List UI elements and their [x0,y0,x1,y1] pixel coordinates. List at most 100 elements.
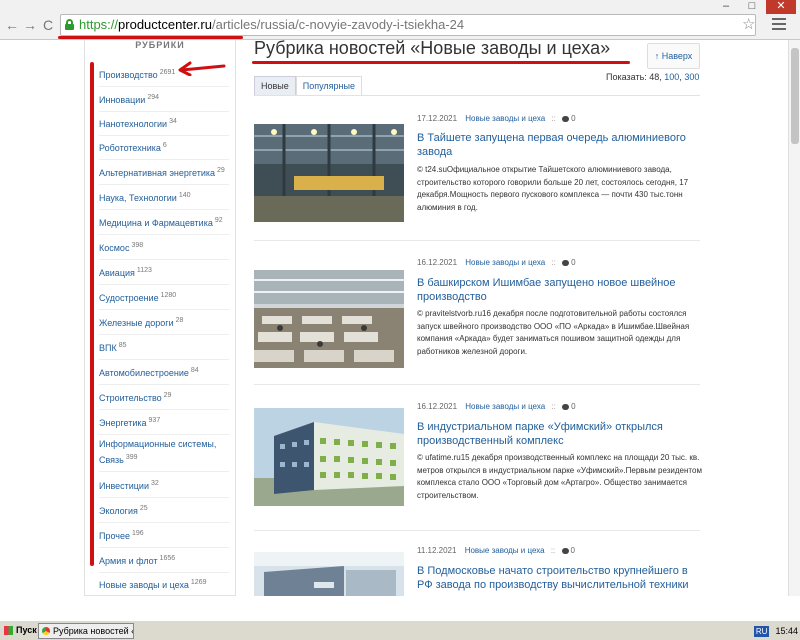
sidebar-item-ecology[interactable]: Экология 25 [99,502,229,523]
sidebar-item-label[interactable]: Строительство [99,393,162,403]
tabs-divider [254,95,700,96]
sidebar-item-label[interactable]: Автомобилестроение [99,368,189,378]
article-title-link[interactable]: В Подмосковье начато строительство крупн… [417,564,697,592]
sidebar-item-robototekhnika[interactable]: Робототехника 6 [99,139,229,160]
sidebar-item-count: 92 [214,217,223,224]
sidebar-item-label[interactable]: Робототехника [99,143,161,153]
clock: 15:44 [775,626,798,636]
start-button[interactable]: Пуск [2,623,37,639]
sidebar-item-count: 937 [148,417,161,424]
sidebar-item-investments[interactable]: Инвестиции 32 [99,477,229,498]
article-meta: 17.12.2021 Новые заводы и цеха :: 0 [417,114,576,123]
sidebar-item-label[interactable]: Информационные системы, Связь [99,439,216,465]
page-scrollbar[interactable] [788,40,800,596]
close-window-button[interactable]: ✕ [766,0,796,14]
article-meta: 16.12.2021 Новые заводы и цеха :: 0 [417,258,576,267]
maximize-button[interactable]: □ [740,0,764,14]
article-excerpt: © pravitelstvorb.ru16 декабря после подг… [417,309,690,356]
article-category-link[interactable]: Новые заводы и цеха [465,114,545,123]
sidebar-item-label[interactable]: Новые заводы и цеха [99,580,189,590]
meta-separator: :: [550,546,556,555]
sidebar-item-count: 196 [131,530,144,537]
tab-popular[interactable]: Популярные [295,76,362,96]
sidebar-item-vpk[interactable]: ВПК 85 [99,339,229,360]
sidebar-item-energy[interactable]: Энергетика 937 [99,414,229,435]
article-excerpt: © ufatime.ru15 декабря производственный … [417,453,702,500]
comment-count: 0 [570,546,575,555]
sidebar-item-label[interactable]: Армия и флот [99,556,158,566]
sidebar-item-army[interactable]: Армия и флот 1656 [99,552,229,573]
article-image[interactable] [254,124,404,222]
window-controls: – □ ✕ [714,0,796,14]
sidebar-item-railways[interactable]: Железные дороги 28 [99,314,229,335]
sidebar-item-label[interactable]: Инновации [99,95,145,105]
sidebar-item-science[interactable]: Наука, Технологии 140 [99,189,229,210]
article-title-link[interactable]: В башкирском Ишимбае запущено новое швей… [417,276,697,304]
sidebar-item-label[interactable]: Производство [99,70,158,80]
page-size-300-link[interactable]: 300 [684,72,699,82]
sidebar-item-label[interactable]: Медицина и Фармацевтика [99,218,213,228]
sidebar-item-label[interactable]: Экология [99,506,138,516]
sidebar-item-label[interactable]: Судостроение [99,293,159,303]
article-category-link[interactable]: Новые заводы и цеха [465,546,545,555]
scrollbar-thumb[interactable] [791,48,799,144]
sidebar-item-label[interactable]: Инвестиции [99,481,149,491]
article-image[interactable] [254,408,404,506]
reload-button[interactable]: C [40,17,56,33]
article-divider [254,240,700,241]
sidebar-item-sudostroenie[interactable]: Судостроение 1280 [99,289,229,310]
os-taskbar: Пуск Рубрика новостей «... RU 15:44 [0,620,800,640]
comment-icon [561,547,569,554]
sidebar-item-count: 294 [147,94,159,101]
sidebar-item-alt-energy[interactable]: Альтернативная энергетика 29 [99,164,229,185]
sidebar-item-count: 1123 [136,267,152,274]
tab-new[interactable]: Новые [254,76,296,96]
sidebar-item-label[interactable]: Авиация [99,268,135,278]
comment-count: 0 [571,402,576,411]
sidebar-item-label[interactable]: Прочее [99,531,130,541]
sidebar-item-count: 399 [125,454,138,461]
article-category-link[interactable]: Новые заводы и цеха [465,402,545,411]
back-button[interactable]: ← [4,17,20,33]
sidebar-item-construction[interactable]: Строительство 29 [99,389,229,410]
article-image[interactable] [254,552,404,596]
forward-button[interactable]: → [22,17,38,33]
article-title-link[interactable]: В Тайшете запущена первая очередь алюмин… [417,131,697,159]
article-title-link[interactable]: В индустриальном парке «Уфимский» открыл… [417,420,697,448]
sidebar-item-label[interactable]: Нанотехнологии [99,119,167,129]
sidebar-item-count: 85 [118,342,127,349]
article-category-link[interactable]: Новые заводы и цеха [465,258,545,267]
sidebar-item-other[interactable]: Прочее 196 [99,527,229,548]
sidebar-item-label[interactable]: Наука, Технологии [99,193,177,203]
sidebar-item-label[interactable]: Альтернативная энергетика [99,168,215,178]
article-image[interactable] [254,270,404,368]
url-host: productcenter.ru [118,17,212,32]
sidebar-item-infosystems[interactable]: Информационные системы, Связь 399 [99,438,229,472]
language-indicator[interactable]: RU [753,625,770,637]
article-date: 16.12.2021 [417,258,458,267]
sidebar-item-kosmos[interactable]: Космос 398 [99,239,229,260]
minimize-button[interactable]: – [714,0,738,14]
article-meta: 11.12.2021 Новые заводы и цеха :: 0 [417,546,575,555]
scroll-top-button[interactable]: ↑ Наверх [647,43,700,69]
sidebar-item-auto[interactable]: Автомобилестроение 84 [99,364,229,385]
sidebar-item-innovatsii[interactable]: Инновации 294 [99,91,229,112]
address-bar[interactable]: https://productcenter.ru/articles/russia… [60,14,756,36]
taskbar-browser-window[interactable]: Рубрика новостей «... [38,623,134,639]
browser-menu-icon[interactable] [772,18,786,33]
sidebar-item-medicine[interactable]: Медицина и Фармацевтика 92 [99,214,229,235]
sidebar-item-new-plants[interactable]: Новые заводы и цеха 1269 [99,576,229,595]
sidebar-item-label[interactable]: Железные дороги [99,318,174,328]
sidebar-item-label[interactable]: ВПК [99,343,117,353]
sidebar-item-nanotekhnologii[interactable]: Нанотехнологии 34 [99,115,229,136]
sidebar-item-label[interactable]: Космос [99,243,129,253]
sidebar-item-aviatsiya[interactable]: Авиация 1123 [99,264,229,285]
annotation-title-underline [252,61,630,64]
comment-count: 0 [571,258,576,267]
page-size-selector: Показать: 48, 100, 300 [606,72,700,82]
page-size-100-link[interactable]: 100 [664,72,679,82]
bookmark-star-icon[interactable]: ☆ [742,17,755,33]
comment-icon [562,115,570,122]
article-date: 17.12.2021 [417,114,458,123]
sidebar-item-label[interactable]: Энергетика [99,418,147,428]
